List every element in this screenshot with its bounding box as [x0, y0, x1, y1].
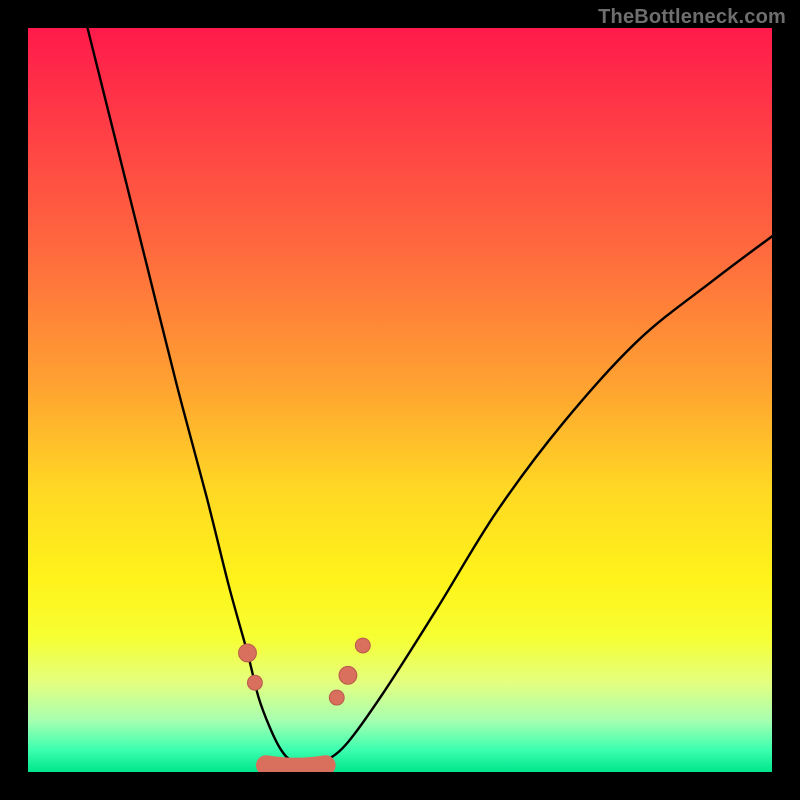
curve-marker — [247, 675, 262, 690]
watermark-text: TheBottleneck.com — [598, 6, 786, 29]
bottleneck-curve — [88, 28, 772, 765]
curve-layer — [28, 28, 772, 772]
curve-marker — [239, 644, 257, 662]
curve-marker — [355, 638, 370, 653]
curve-marker — [329, 690, 344, 705]
outer-frame: TheBottleneck.com — [0, 0, 800, 800]
curve-marker — [339, 666, 357, 684]
valley-marker-band — [266, 765, 326, 768]
plot-area — [28, 28, 772, 772]
